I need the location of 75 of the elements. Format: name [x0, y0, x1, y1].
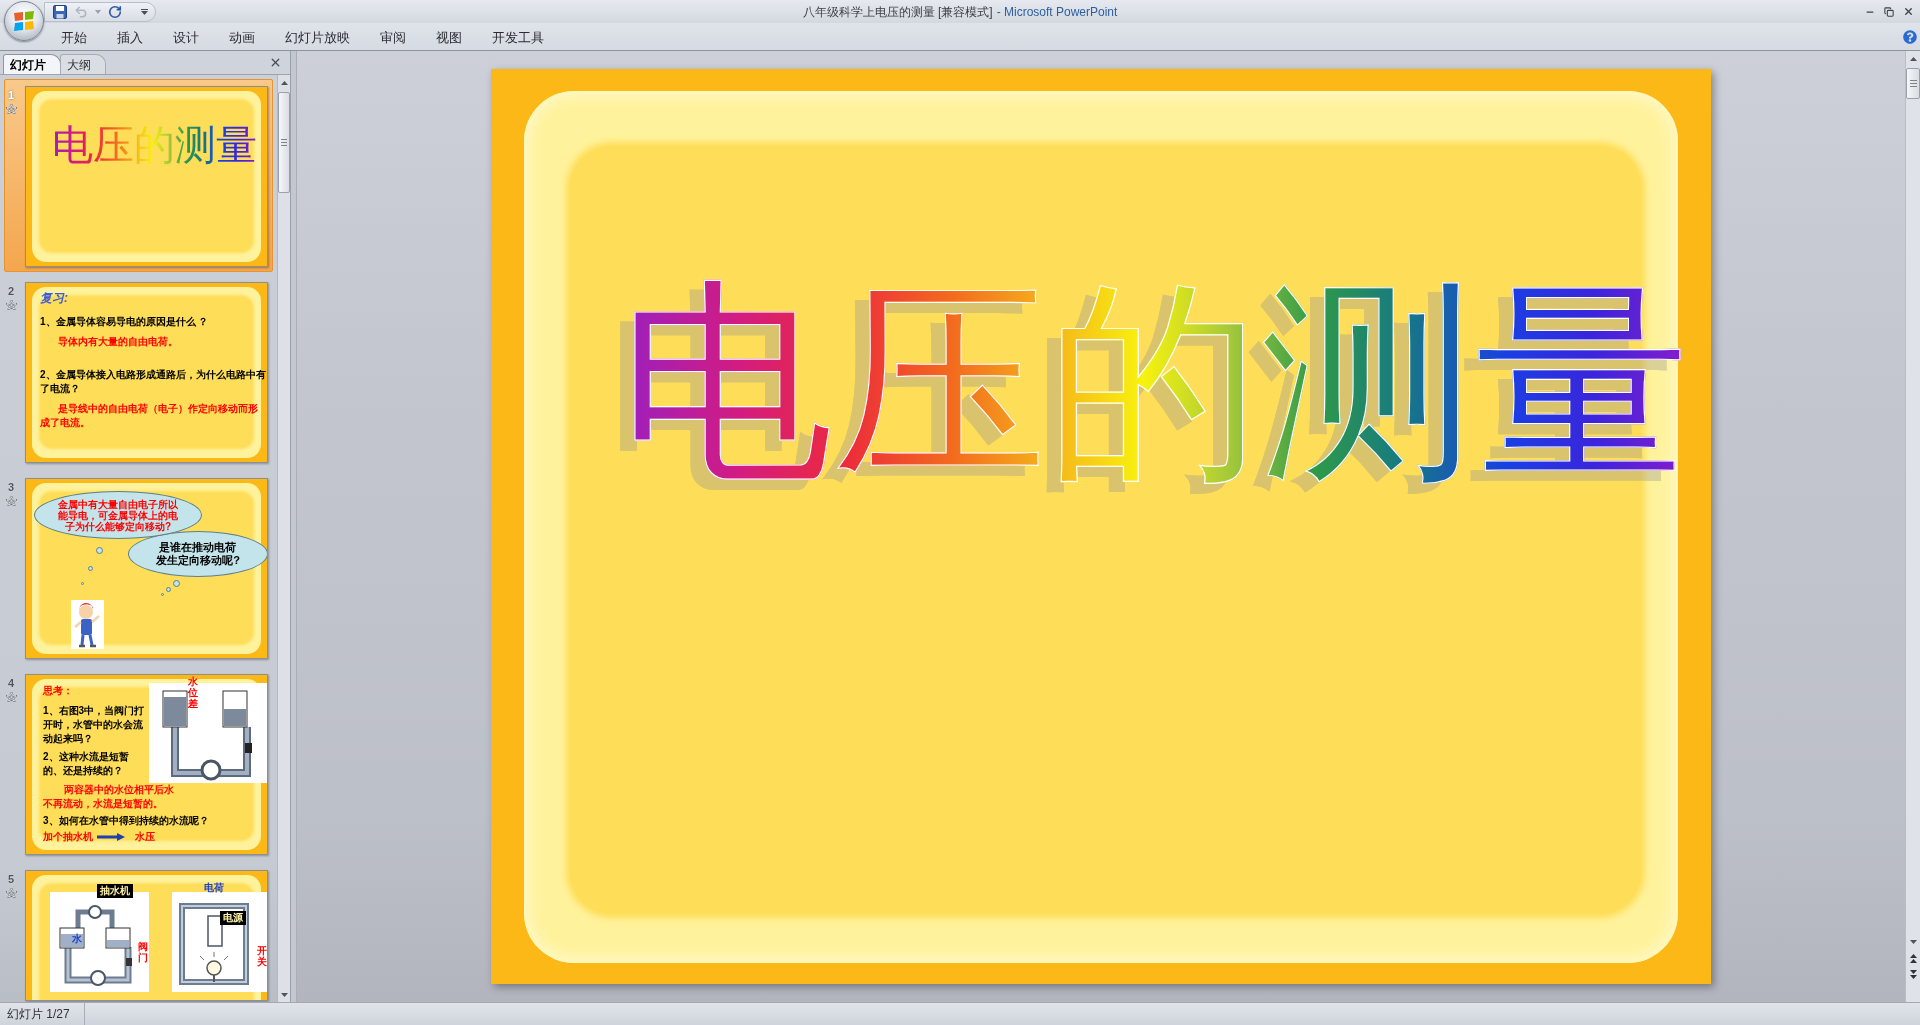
scroll-up-icon [1909, 57, 1917, 61]
scroll-down-icon [280, 992, 288, 997]
diagram-label: 电荷 [204, 882, 224, 894]
circular-arrow-icon [108, 4, 122, 19]
question-text: 3、如何在水管中得到持续的水流呢？ [43, 814, 210, 828]
question-text: 2、金属导体接入电路形成通路后，为什么电路中有了电流？ [40, 368, 266, 396]
slide-thumbnail[interactable]: 复习: 1、金属导体容易导电的原因是什么 ？ 导体内有大量的自由电荷。 2、金属导体接入电路形成通路后，为什么电路中有了电流？ 是导线中的自由电荷（电子）作定向移动而形成了电流。 [25, 282, 268, 463]
label-tag: 电源 [220, 911, 246, 925]
pane-tab[interactable]: 大纲 [60, 54, 106, 74]
caret-icon [141, 8, 148, 15]
arrow-icon [97, 833, 125, 841]
slide-number: 2 [8, 286, 15, 297]
slide-thumbnail[interactable]: 抽水机 水 阀门 电荷 电源 开关 [25, 870, 268, 1001]
figure-label: 水位差 [188, 676, 198, 709]
bubble-text: 是谁在推动电荷 发生定向移动呢? [156, 541, 240, 567]
ribbon-tab[interactable]: 动画 [214, 26, 270, 49]
star-icon [6, 300, 17, 310]
app-name: - Microsoft PowerPoint [996, 5, 1118, 18]
ribbon-tab[interactable]: 设计 [158, 26, 214, 49]
diagram-label: 阀门 [138, 941, 148, 963]
four-squares-icon [12, 9, 36, 33]
slide-list-item[interactable]: 5 抽水机 水 阀门 电荷 电源 开关 [4, 863, 273, 1002]
slide-list-item[interactable]: 4 水位差 思考： 1、右图3中，当阀门打开时，水管中的水会流动起来吗？ 2、这种水流是短暂的、还是持续的？ 两容器中的水位相平后水不再流动，水流是短暂的。 3、如何在水管中得到持续的水流呢？ 加个抽水机 水压 [4, 667, 273, 860]
slide-counter: 幻灯片 1/27 [7, 1008, 70, 1020]
ribbon-tab[interactable]: 开始 [46, 26, 102, 49]
answer-text: 水压 [135, 830, 155, 844]
pane-tab[interactable]: 幻灯片 [3, 54, 61, 74]
slide-thumbnail[interactable]: 水位差 思考： 1、右图3中，当阀门打开时，水管中的水会流动起来吗？ 2、这种水流是短暂的、还是持续的？ 两容器中的水位相平后水不再流动，水流是短暂的。 3、如何在水管中得到持续的水流呢？ 加个抽水机 水压 [25, 674, 268, 855]
restore-icon [1884, 6, 1894, 17]
diagram-label: 水 [72, 933, 82, 945]
close-icon [1902, 6, 1914, 17]
save-icon [53, 4, 67, 19]
star-icon [6, 888, 17, 898]
star-icon [6, 692, 17, 702]
star-icon [6, 104, 17, 114]
slide-number: 3 [8, 482, 15, 493]
cartoon-picture [71, 600, 104, 649]
slide-number: 4 [8, 678, 15, 689]
scrollbar-thumb[interactable] [1906, 68, 1920, 99]
undo-icon [74, 4, 88, 19]
scrollbar-thumb[interactable] [278, 92, 290, 193]
slide-list-item[interactable]: 3 金属中有大量自由电子所以 能导电，可金属导体上的电 子为什么能够定向移动? 是谁在推动电荷 发生定向移动呢? [4, 471, 273, 664]
answer-text: 导体内有大量的自由电荷。 [57, 335, 179, 349]
slide-number: 1 [8, 90, 15, 101]
star-icon [6, 496, 17, 506]
question-text: 2、这种水流是短暂的、还是持续的？ [43, 750, 130, 778]
double-down-icon [1909, 969, 1917, 979]
slide-thumbnail[interactable]: 金属中有大量自由电子所以 能导电，可金属导体上的电 子为什么能够定向移动? 是谁在推动电荷 发生定向移动呢? [25, 478, 268, 659]
help-button[interactable] [1902, 29, 1917, 44]
label-tag: 抽水机 [97, 884, 133, 898]
diagram-label: 开关 [257, 945, 267, 967]
slide-heading: 思考： [43, 684, 73, 698]
ribbon-tab[interactable]: 审阅 [365, 26, 421, 49]
restore-button[interactable] [1881, 4, 1897, 19]
double-up-icon [1909, 953, 1917, 963]
window-title: 八年级科学上电压的测量 [兼容模式] [802, 5, 993, 18]
ribbon-tab[interactable]: 插入 [102, 26, 158, 49]
repeat-button[interactable] [107, 3, 123, 20]
save-button[interactable] [52, 3, 68, 20]
ribbon-tab[interactable]: 视图 [421, 26, 477, 49]
scroll-up-icon [280, 80, 288, 85]
scroll-down-icon [1909, 940, 1917, 944]
slide-list-item[interactable]: 2 复习: 1、金属导体容易导电的原因是什么 ？ 导体内有大量的自由电荷。 2、金属导体接入电路形成通路后，为什么电路中有了电流？ 是导线中的自由电荷（电子）作定向移动而形成了电流。 [4, 275, 273, 468]
caret-icon [95, 9, 101, 14]
question-text: 1、右图3中，当阀门打开时，水管中的水会流动起来吗？ [43, 704, 146, 746]
bubble-text: 金属中有大量自由电子所以 能导电，可金属导体上的电 子为什么能够定向移动? [58, 498, 178, 532]
slide-heading: 复习: [40, 291, 68, 305]
answer-text: 加个抽水机 [43, 830, 93, 844]
answer-text: 是导线中的自由电荷（电子）作定向移动而形成了电流。 [40, 402, 259, 430]
question-text: 1、金属导体容易导电的原因是什么 ？ [40, 315, 210, 329]
help-icon [1902, 29, 1917, 44]
answer-text: 两容器中的水位相平后水不再流动，水流是短暂的。 [43, 783, 175, 811]
ribbon-tab[interactable]: 幻灯片放映 [270, 26, 365, 49]
slide-number: 5 [8, 874, 15, 885]
ribbon-tab[interactable]: 开发工具 [477, 26, 559, 49]
